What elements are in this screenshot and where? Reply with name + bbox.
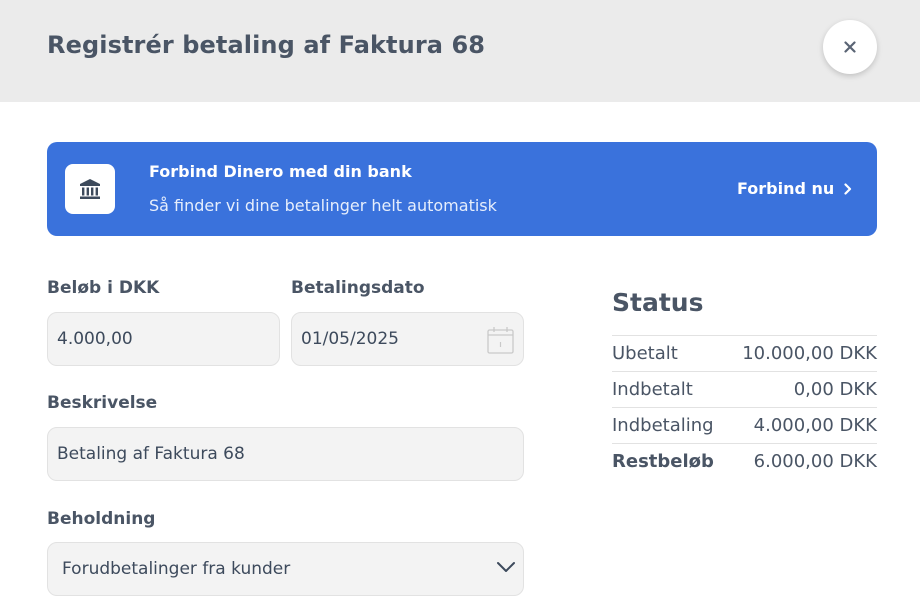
description-input[interactable] [57,444,523,464]
description-label: Beskrivelse [47,393,158,413]
calendar-icon[interactable] [487,326,514,354]
status-row-payment: Indbetaling 4.000,00 DKK [612,407,877,443]
status-table: Ubetalt 10.000,00 DKK Indbetalt 0,00 DKK… [612,335,877,479]
account-select[interactable]: Forudbetalinger fra kunder [47,542,524,596]
amount-input[interactable] [57,329,279,349]
status-row-paid: Indbetalt 0,00 DKK [612,371,877,407]
status-value: 6.000,00 DKK [753,451,877,472]
bank-icon-box [65,164,115,214]
account-label: Beholdning [47,509,156,529]
status-label: Restbeløb [612,451,714,472]
connect-bank-banner[interactable]: Forbind Dinero med din bank Så finder vi… [47,142,877,236]
close-icon [844,41,856,53]
status-title: Status [612,288,704,317]
bank-icon [80,179,100,199]
close-button[interactable] [823,20,877,74]
modal-header: Registrér betaling af Faktura 68 [0,0,920,102]
amount-label: Beløb i DKK [47,278,160,298]
connect-now-label: Forbind nu [737,179,835,198]
banner-title: Forbind Dinero med din bank [149,162,412,181]
status-value: 10.000,00 DKK [742,343,877,364]
status-value: 4.000,00 DKK [753,415,877,436]
description-field[interactable] [47,427,524,481]
connect-now-link[interactable]: Forbind nu [737,179,852,198]
account-selected-value: Forudbetalinger fra kunder [62,559,291,579]
status-label: Indbetalt [612,379,693,400]
status-row-unpaid: Ubetalt 10.000,00 DKK [612,335,877,371]
status-label: Indbetaling [612,415,714,436]
status-row-remaining: Restbeløb 6.000,00 DKK [612,443,877,479]
date-label: Betalingsdato [291,278,425,298]
modal-title: Registrér betaling af Faktura 68 [47,31,486,59]
chevron-right-icon [844,182,852,195]
status-value: 0,00 DKK [793,379,877,400]
status-label: Ubetalt [612,343,678,364]
date-field[interactable] [291,312,524,366]
banner-subtitle: Så finder vi dine betalinger helt automa… [149,196,497,215]
chevron-down-icon [497,562,515,572]
amount-field[interactable] [47,312,280,366]
date-input[interactable] [301,329,481,349]
